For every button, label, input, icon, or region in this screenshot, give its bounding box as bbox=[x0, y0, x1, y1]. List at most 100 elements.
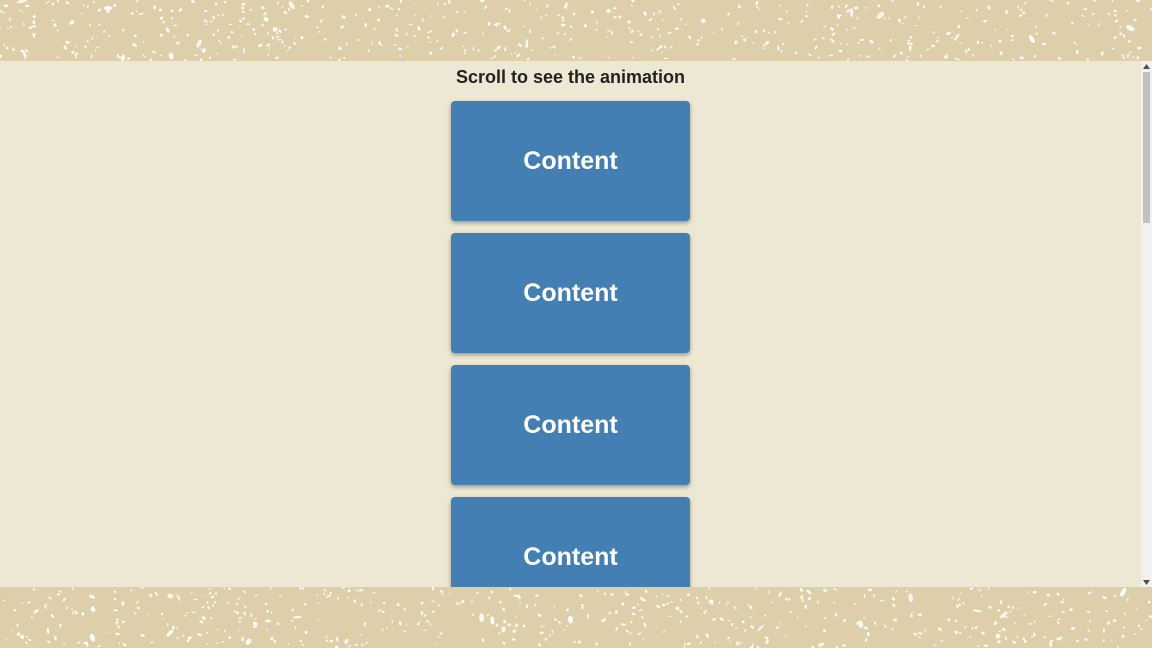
confetti-speck bbox=[217, 14, 220, 17]
confetti-speck bbox=[46, 627, 50, 634]
confetti-speck bbox=[545, 14, 548, 17]
confetti-speck bbox=[182, 634, 185, 638]
confetti-speck bbox=[983, 644, 989, 647]
confetti-speck bbox=[906, 56, 909, 58]
confetti-speck bbox=[806, 4, 809, 7]
confetti-speck bbox=[1032, 590, 1037, 594]
confetti-speck bbox=[650, 36, 653, 39]
confetti-speck bbox=[808, 53, 812, 57]
confetti-speck bbox=[965, 17, 969, 19]
confetti-speck bbox=[199, 620, 204, 624]
confetti-speck bbox=[1073, 41, 1077, 45]
confetti-speck bbox=[287, 46, 292, 49]
confetti-speck bbox=[74, 610, 78, 615]
confetti-speck bbox=[11, 630, 13, 633]
confetti-speck bbox=[595, 642, 598, 646]
confetti-speck bbox=[640, 615, 644, 619]
confetti-speck bbox=[402, 630, 407, 633]
confetti-speck bbox=[565, 624, 568, 627]
scroll-up-button[interactable] bbox=[1141, 61, 1152, 71]
confetti-speck bbox=[995, 633, 1001, 639]
confetti-speck bbox=[463, 51, 466, 55]
confetti-speck bbox=[1011, 39, 1015, 42]
confetti-speck bbox=[765, 639, 769, 645]
confetti-speck bbox=[25, 4, 30, 8]
confetti-speck bbox=[1140, 628, 1143, 630]
confetti-speck bbox=[479, 613, 485, 623]
confetti-speck bbox=[531, 49, 533, 52]
vertical-scrollbar[interactable] bbox=[1141, 61, 1152, 587]
confetti-speck bbox=[959, 9, 963, 13]
confetti-speck bbox=[28, 638, 32, 642]
confetti-speck bbox=[740, 35, 744, 38]
confetti-speck bbox=[762, 47, 765, 50]
confetti-speck bbox=[708, 587, 710, 591]
confetti-speck bbox=[916, 1, 920, 6]
confetti-speck bbox=[427, 36, 430, 40]
confetti-speck bbox=[621, 602, 625, 606]
confetti-speck bbox=[406, 45, 409, 48]
confetti-speck bbox=[980, 595, 983, 598]
confetti-speck bbox=[672, 5, 676, 11]
confetti-speck bbox=[990, 44, 993, 48]
confetti-speck bbox=[228, 636, 232, 639]
confetti-speck bbox=[116, 618, 119, 621]
confetti-speck bbox=[360, 633, 363, 636]
confetti-speck bbox=[797, 616, 799, 619]
confetti-speck bbox=[767, 590, 771, 595]
confetti-speck bbox=[834, 612, 838, 617]
confetti-speck bbox=[1111, 639, 1113, 641]
confetti-speck bbox=[1107, 12, 1111, 15]
confetti-speck bbox=[556, 32, 560, 35]
confetti-speck bbox=[1028, 623, 1033, 625]
confetti-speck bbox=[318, 30, 321, 33]
confetti-speck bbox=[836, 23, 839, 27]
confetti-speck bbox=[1071, 22, 1074, 25]
scroll-down-button[interactable] bbox=[1141, 577, 1152, 587]
confetti-speck bbox=[529, 2, 531, 6]
confetti-speck bbox=[208, 588, 211, 591]
confetti-speck bbox=[684, 23, 687, 26]
confetti-speck bbox=[448, 592, 451, 595]
page-viewport[interactable]: Scroll to see the animation Content Cont… bbox=[0, 61, 1152, 587]
confetti-speck bbox=[240, 6, 245, 10]
confetti-speck bbox=[569, 25, 573, 29]
confetti-speck bbox=[253, 617, 257, 620]
confetti-speck bbox=[371, 592, 376, 594]
confetti-speck bbox=[199, 48, 201, 50]
confetti-speck bbox=[176, 636, 179, 640]
confetti-speck bbox=[22, 23, 25, 25]
confetti-speck bbox=[525, 604, 528, 609]
confetti-speck bbox=[439, 632, 443, 636]
confetti-speck bbox=[573, 641, 577, 643]
confetti-speck bbox=[883, 624, 887, 629]
confetti-speck bbox=[5, 46, 9, 50]
confetti-speck bbox=[651, 49, 654, 52]
confetti-speck bbox=[1023, 2, 1027, 5]
confetti-speck bbox=[428, 41, 432, 44]
confetti-speck bbox=[661, 18, 664, 21]
confetti-speck bbox=[700, 18, 706, 23]
confetti-speck bbox=[714, 641, 716, 644]
confetti-speck bbox=[1061, 611, 1065, 614]
confetti-speck bbox=[276, 1, 279, 5]
confetti-speck bbox=[261, 23, 264, 27]
confetti-speck bbox=[770, 601, 774, 603]
confetti-speck bbox=[577, 640, 581, 644]
confetti-speck bbox=[1120, 53, 1124, 58]
confetti-speck bbox=[5, 638, 7, 640]
confetti-speck bbox=[708, 599, 714, 605]
confetti-speck bbox=[323, 589, 327, 592]
confetti-speck bbox=[149, 593, 153, 598]
confetti-speck bbox=[586, 614, 590, 619]
scroll-thumb[interactable] bbox=[1143, 72, 1150, 223]
confetti-speck bbox=[637, 30, 640, 33]
confetti-speck bbox=[423, 613, 427, 617]
confetti-speck bbox=[88, 594, 96, 599]
confetti-speck bbox=[630, 29, 634, 34]
confetti-speck bbox=[965, 49, 968, 54]
confetti-speck bbox=[133, 611, 137, 615]
confetti-speck bbox=[767, 31, 770, 34]
confetti-speck bbox=[873, 621, 877, 626]
confetti-speck bbox=[325, 639, 329, 642]
